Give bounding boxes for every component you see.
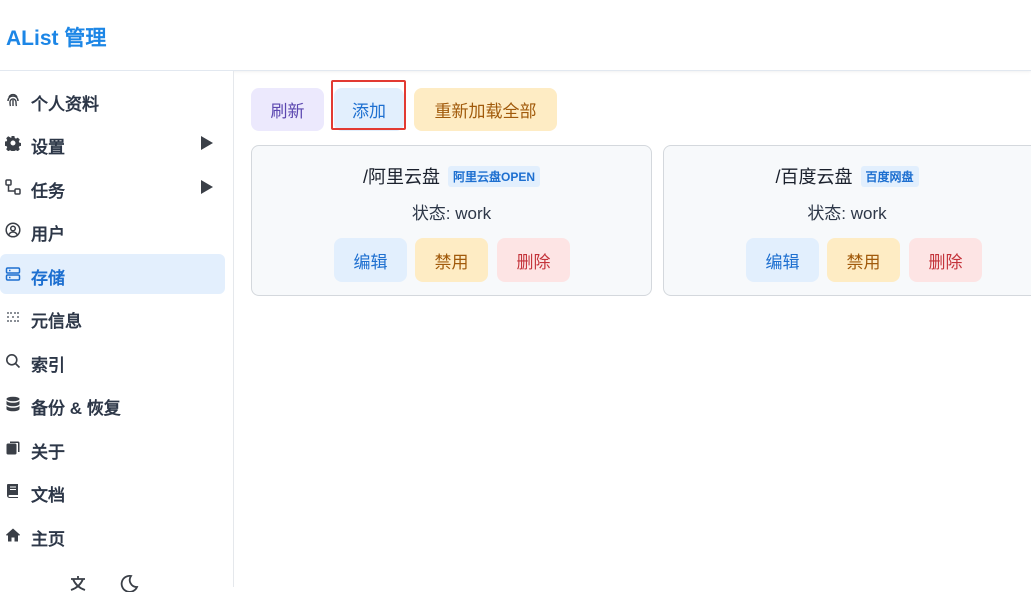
- metadata-icon: [5, 309, 21, 325]
- sidebar-item-label: 任务: [31, 182, 65, 201]
- status-label: 状态:: [807, 204, 851, 223]
- sidebar-item-label: 设置: [31, 138, 65, 157]
- reload-all-button[interactable]: 重新加载全部: [414, 88, 557, 131]
- refresh-button[interactable]: 刷新: [251, 88, 324, 131]
- sidebar-item-label: 关于: [31, 443, 65, 462]
- sidebar-item-label: 索引: [31, 356, 65, 375]
- status-label: 状态:: [411, 204, 456, 223]
- driver-badge: 阿里云盘OPEN: [448, 165, 541, 187]
- tasks-icon: [5, 179, 21, 195]
- sidebar-item-label: 文档: [31, 486, 65, 505]
- storage-card: /阿里云盘 阿里云盘OPEN 状态: work 编辑 禁用 删除: [251, 145, 652, 296]
- sidebar-item-users[interactable]: 用户: [0, 210, 225, 250]
- sidebar-item-profile[interactable]: 个人资料: [0, 80, 225, 120]
- user-icon: [5, 222, 21, 238]
- storage-mount-path: /阿里云盘: [362, 167, 440, 187]
- gear-icon: [5, 135, 21, 151]
- storage-icon: [5, 266, 21, 282]
- delete-button[interactable]: 删除: [909, 238, 982, 282]
- search-icon: [5, 353, 21, 369]
- fingerprint-icon: [5, 92, 21, 108]
- sidebar-item-docs[interactable]: 文档: [0, 471, 225, 511]
- copy-icon: [5, 440, 21, 456]
- sidebar-item-home[interactable]: 主页: [0, 515, 225, 555]
- storage-status: 状态: work: [664, 199, 1030, 224]
- storage-card: /百度云盘 百度网盘 状态: work 编辑 禁用 删除: [663, 145, 1031, 296]
- sidebar-item-tasks[interactable]: 任务: [0, 167, 225, 207]
- home-icon: [5, 527, 21, 543]
- disable-button[interactable]: 禁用: [415, 238, 488, 282]
- language-icon[interactable]: [67, 573, 89, 592]
- top-header: AList 管理: [0, 0, 1031, 71]
- sidebar-item-label: 存储: [31, 269, 65, 288]
- sidebar-item-label: 个人资料: [31, 95, 99, 114]
- edit-button[interactable]: 编辑: [334, 238, 407, 282]
- card-title-row: /阿里云盘 阿里云盘OPEN: [252, 163, 651, 189]
- sidebar-item-label: 元信息: [31, 312, 82, 331]
- sidebar: 个人资料 设置 任务 用户 存储 元信息 索引 备份 & 恢复 关于 文档 主页: [0, 71, 234, 592]
- chevron-right-icon: [201, 180, 213, 194]
- database-icon: [5, 396, 21, 412]
- book-icon: [5, 483, 21, 499]
- sidebar-item-metadata[interactable]: 元信息: [0, 297, 225, 337]
- sidebar-item-backup-restore[interactable]: 备份 & 恢复: [0, 384, 225, 424]
- sidebar-item-label: 用户: [31, 225, 65, 244]
- moon-icon[interactable]: [117, 573, 139, 592]
- storage-mount-path: /百度云盘: [775, 167, 853, 187]
- card-title-row: /百度云盘 百度网盘: [664, 163, 1030, 189]
- sidebar-item-index[interactable]: 索引: [0, 341, 225, 381]
- sidebar-item-label: 主页: [31, 530, 65, 549]
- sidebar-item-about[interactable]: 关于: [0, 428, 225, 468]
- add-button[interactable]: 添加: [334, 88, 404, 131]
- delete-button[interactable]: 删除: [497, 238, 570, 282]
- edit-button[interactable]: 编辑: [746, 238, 819, 282]
- status-value: work: [455, 204, 492, 223]
- app-title: AList 管理: [6, 27, 107, 50]
- bottom-toolbar: [60, 572, 160, 592]
- storage-status: 状态: work: [252, 199, 651, 224]
- sidebar-item-storage[interactable]: 存储: [0, 254, 225, 294]
- sidebar-item-settings[interactable]: 设置: [0, 123, 225, 163]
- disable-button[interactable]: 禁用: [827, 238, 900, 282]
- driver-badge: 百度网盘: [860, 165, 919, 187]
- sidebar-item-label: 备份 & 恢复: [31, 399, 121, 418]
- chevron-right-icon: [201, 136, 213, 150]
- status-value: work: [850, 204, 887, 223]
